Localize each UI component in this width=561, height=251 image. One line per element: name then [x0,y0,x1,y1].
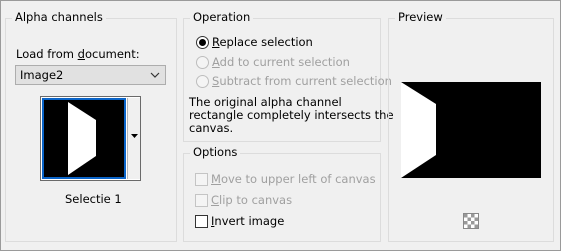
add-selection-label[interactable]: Add to current selection [212,55,350,69]
document-select-value: Image2 [20,68,64,82]
replace-selection-label[interactable]: Replace selection [212,35,313,49]
preview-canvas [401,82,541,178]
add-selection-radio[interactable] [196,56,209,69]
operation-message-line2: rectangle completely intersects the [189,108,394,122]
clip-to-canvas-checkbox[interactable] [195,194,208,207]
channel-thumbnail [42,98,126,179]
checker-pattern [464,214,478,228]
document-select[interactable]: Image2 [15,65,166,85]
options-title: Options [190,145,241,159]
caret-down-icon [131,134,138,138]
load-from-document-label: Load from document: [16,47,140,61]
operation-message-line1: The original alpha channel [189,95,342,109]
move-upper-left-checkbox[interactable] [195,173,208,186]
load-label-text: Load from document: [16,47,140,61]
channel-thumbnail-picker[interactable] [40,96,141,181]
channel-thumbnail-image [44,100,124,177]
transparency-checker-icon[interactable] [463,213,479,229]
thumbnail-caption: Selectie 1 [65,192,122,206]
alpha-channels-title: Alpha channels [12,10,106,24]
operation-title: Operation [190,10,254,24]
subtract-selection-radio[interactable] [196,75,209,88]
preview-title: Preview [395,10,446,24]
thumbnail-dropdown-button[interactable] [127,98,140,179]
chevron-down-icon [150,72,160,78]
subtract-selection-label[interactable]: Subtract from current selection [212,74,392,88]
operation-message-line3: canvas. [189,121,234,135]
move-upper-left-label[interactable]: Move to upper left of canvas [211,172,376,186]
clip-to-canvas-label[interactable]: Clip to canvas [211,193,292,207]
invert-image-label[interactable]: Invert image [211,214,284,228]
invert-image-checkbox[interactable] [195,215,208,228]
replace-selection-radio[interactable] [196,36,209,49]
preview-image [401,82,541,178]
